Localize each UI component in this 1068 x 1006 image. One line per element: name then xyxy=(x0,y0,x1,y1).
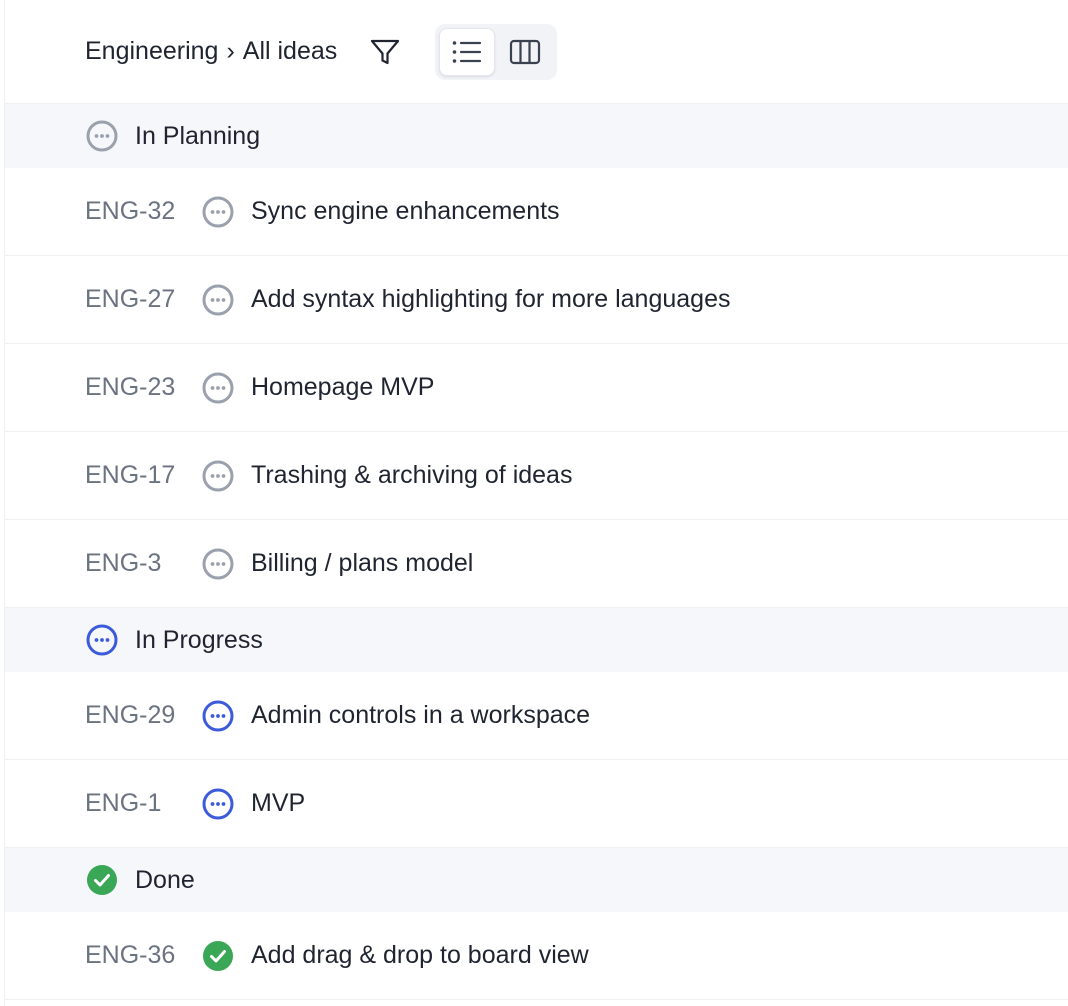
filter-icon xyxy=(371,39,400,64)
idea-status-icon[interactable] xyxy=(201,547,235,581)
idea-title: Billing / plans model xyxy=(251,549,474,577)
idea-row[interactable]: ENG-29 Admin controls in a workspace xyxy=(5,672,1068,760)
filter-button[interactable] xyxy=(365,32,405,72)
idea-title: Admin controls in a workspace xyxy=(251,701,591,729)
breadcrumb-separator: › xyxy=(226,37,235,65)
breadcrumb: Engineering › All ideas xyxy=(85,37,337,66)
group-header[interactable]: In Progress xyxy=(5,608,1068,672)
idea-row[interactable]: ENG-3 Billing / plans model xyxy=(5,520,1068,608)
group-status-icon xyxy=(85,623,119,657)
idea-id: ENG-29 xyxy=(85,701,176,729)
idea-id: ENG-23 xyxy=(85,373,176,401)
idea-status-icon[interactable] xyxy=(201,283,235,317)
breadcrumb-view[interactable]: All ideas xyxy=(243,37,338,66)
idea-id: ENG-3 xyxy=(85,549,162,577)
idea-row[interactable]: ENG-27 Add syntax highlighting for more l… xyxy=(5,256,1068,344)
ideas-view: Engineering › All ideas In Planning ENG-… xyxy=(4,0,1068,1006)
list-view-icon xyxy=(452,40,482,63)
done-check-icon xyxy=(203,940,233,971)
view-toggle xyxy=(435,23,558,80)
list-view-button[interactable] xyxy=(439,27,496,76)
idea-status-icon[interactable] xyxy=(201,371,235,405)
idea-row[interactable]: ENG-23 Homepage MVP xyxy=(5,344,1068,432)
idea-row[interactable]: ENG-32 Sync engine enhancements xyxy=(5,168,1068,256)
idea-groups: In Planning ENG-32 Sync engine enhancement… xyxy=(5,104,1068,1000)
group-status-icon xyxy=(85,119,119,153)
idea-title: Add syntax highlighting for more languag… xyxy=(251,285,731,313)
board-view-icon xyxy=(510,39,541,64)
idea-id: ENG-27 xyxy=(85,285,176,313)
idea-title: MVP xyxy=(251,789,306,817)
group-label: In Planning xyxy=(135,121,261,150)
idea-row[interactable]: ENG-17 Trashing & archiving of ideas xyxy=(5,432,1068,520)
idea-status-icon[interactable] xyxy=(201,787,235,821)
planning-status-icon xyxy=(202,196,234,227)
in-progress-status-icon xyxy=(202,700,234,731)
board-view-button[interactable] xyxy=(497,28,553,76)
idea-title: Homepage MVP xyxy=(251,373,435,401)
idea-id: ENG-36 xyxy=(85,941,176,969)
idea-title: Trashing & archiving of ideas xyxy=(251,461,573,489)
group-status-icon xyxy=(85,863,119,897)
planning-status-icon xyxy=(202,372,234,403)
planning-status-icon xyxy=(202,548,234,579)
idea-status-icon[interactable] xyxy=(201,699,235,733)
planning-status-icon xyxy=(86,120,118,152)
idea-status-icon[interactable] xyxy=(201,939,235,973)
idea-status-icon[interactable] xyxy=(201,459,235,493)
in-progress-status-icon xyxy=(86,624,118,656)
planning-status-icon xyxy=(202,460,234,491)
idea-id: ENG-17 xyxy=(85,461,176,489)
idea-id: ENG-1 xyxy=(85,789,162,817)
idea-row[interactable]: ENG-36 Add drag & drop to board view xyxy=(5,912,1068,1000)
in-progress-status-icon xyxy=(202,788,234,819)
done-check-icon xyxy=(87,865,117,895)
idea-title: Sync engine enhancements xyxy=(251,197,560,225)
group-label: In Progress xyxy=(135,625,263,654)
idea-title: Add drag & drop to board view xyxy=(251,941,589,969)
idea-status-icon[interactable] xyxy=(201,195,235,229)
planning-status-icon xyxy=(202,284,234,315)
breadcrumb-team[interactable]: Engineering xyxy=(85,37,218,66)
group-header[interactable]: Done xyxy=(5,848,1068,912)
idea-row[interactable]: ENG-1 MVP xyxy=(5,760,1068,848)
header-bar: Engineering › All ideas xyxy=(5,0,1068,104)
idea-id: ENG-32 xyxy=(85,197,176,225)
group-header[interactable]: In Planning xyxy=(5,104,1068,168)
group-label: Done xyxy=(135,865,195,894)
